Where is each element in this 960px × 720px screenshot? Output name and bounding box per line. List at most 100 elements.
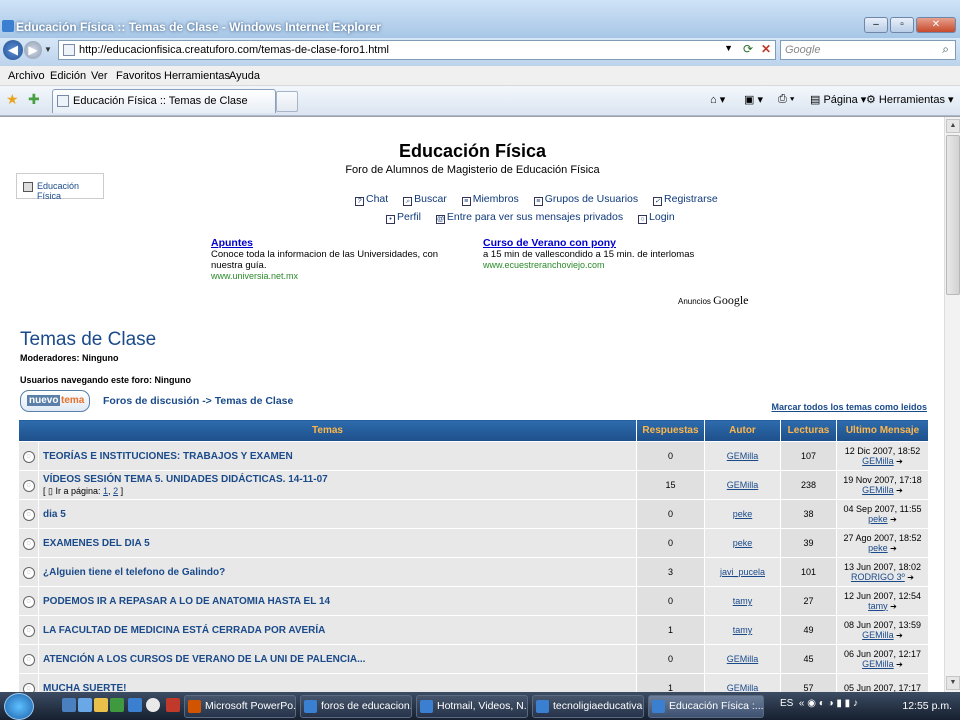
menu-archivo[interactable]: Archivo <box>8 70 45 82</box>
topic-link[interactable]: EXAMENES DEL DIA 5 <box>43 538 150 549</box>
go-to-post-icon[interactable]: ➔ <box>907 573 914 582</box>
scroll-thumb[interactable] <box>946 135 960 295</box>
breadcrumb-home[interactable]: Foros de discusión <box>103 395 199 407</box>
nav-login[interactable]: ○ Login <box>638 211 681 224</box>
ad-apuntes[interactable]: Apuntes Conoce toda la informacion de la… <box>211 237 461 281</box>
nav-perfil[interactable]: • Perfil <box>386 211 427 224</box>
last-post-user[interactable]: GEMilla <box>862 630 894 640</box>
stop-icon[interactable]: ✕ <box>761 42 771 56</box>
page-link-2[interactable]: 2 <box>113 486 118 496</box>
language-indicator[interactable]: ES <box>780 698 793 709</box>
address-bar[interactable]: http://educacionfisica.creatuforo.com/te… <box>58 40 776 60</box>
go-to-post-icon[interactable]: ➔ <box>896 660 903 669</box>
switch-windows-icon[interactable] <box>78 698 92 712</box>
tab-current[interactable]: Educación Física :: Temas de Clase <box>52 89 276 113</box>
ad-url[interactable]: www.ecuestreranchoviejo.com <box>483 260 733 270</box>
author-link[interactable]: GEMilla <box>704 673 781 692</box>
go-to-post-icon[interactable]: ➔ <box>896 631 903 640</box>
page-menu-button[interactable]: ▤ Página ▾ <box>810 93 866 106</box>
address-text[interactable]: http://educacionfisica.creatuforo.com/te… <box>79 44 389 56</box>
author-link[interactable]: GEMilla <box>704 441 781 471</box>
author-link[interactable]: peke <box>704 499 781 529</box>
go-to-post-icon[interactable]: ➔ <box>896 457 903 466</box>
tray-icons[interactable]: « ◉ ◐ ◑ ▮ ▮ ♪ <box>796 698 858 709</box>
topic-link[interactable]: TEORÍAS E INSTITUCIONES: TRABAJOS Y EXAM… <box>43 451 293 462</box>
search-input[interactable]: Google <box>785 44 820 56</box>
ad-url[interactable]: www.universia.net.mx <box>211 271 461 281</box>
menu-favoritos[interactable]: Favoritos <box>116 70 161 82</box>
ad-title[interactable]: Apuntes <box>211 237 461 249</box>
task-hotmail[interactable]: Hotmail, Videos, N... <box>416 695 528 718</box>
search-box[interactable]: Google ⌕ <box>780 40 956 60</box>
history-dropdown-icon[interactable]: ▼ <box>44 45 52 54</box>
show-desktop-icon[interactable] <box>62 698 76 712</box>
last-post-user[interactable]: GEMilla <box>862 659 894 669</box>
favorites-star-icon[interactable]: ★ <box>6 91 19 108</box>
vertical-scrollbar[interactable]: ▲ ▼ <box>944 117 960 692</box>
minimize-button[interactable]: – <box>864 17 888 33</box>
topic-link[interactable]: VÍDEOS SESIÓN TEMA 5. UNIDADES DIDÁCTICA… <box>43 474 328 485</box>
menu-ayuda[interactable]: Ayuda <box>229 70 260 82</box>
nav-registrarse[interactable]: ✓ Registrarse <box>653 193 724 206</box>
address-dropdown-icon[interactable]: ▼ <box>724 43 733 53</box>
page-link-1[interactable]: 1 <box>103 486 108 496</box>
topic-link[interactable]: ¿Alguien tiene el telefono de Galindo? <box>43 567 225 578</box>
scroll-up-icon[interactable]: ▲ <box>946 119 960 133</box>
new-tab-button[interactable] <box>276 91 298 112</box>
go-to-post-icon[interactable]: ➔ <box>890 602 897 611</box>
last-post-user[interactable]: GEMilla <box>862 456 894 466</box>
author-link[interactable]: GEMilla <box>704 470 781 500</box>
topic-link[interactable]: dia 5 <box>43 509 66 520</box>
ad-title[interactable]: Curso de Verano con pony <box>483 237 733 249</box>
new-topic-button[interactable]: nuevo tema <box>20 390 90 412</box>
go-to-post-icon[interactable]: ➔ <box>896 486 903 495</box>
last-post-user[interactable]: peke <box>868 543 888 553</box>
back-button[interactable]: ◀ <box>3 40 23 60</box>
print-icon[interactable]: ⎙ ▾ <box>778 93 794 106</box>
excel-icon[interactable] <box>110 698 124 712</box>
task-tecnologia[interactable]: tecnoligiaeducativa... <box>532 695 644 718</box>
author-link[interactable]: tamy <box>704 615 781 645</box>
author-link[interactable]: tamy <box>704 586 781 616</box>
ad-curso-verano[interactable]: Curso de Verano con pony a 15 min de val… <box>483 237 733 270</box>
topic-link[interactable]: PODEMOS IR A REPASAR A LO DE ANATOMIA HA… <box>43 596 330 607</box>
mark-all-read-link[interactable]: Marcar todos los temas como leidos <box>771 402 927 412</box>
task-powerpoint[interactable]: Microsoft PowerPo... <box>184 695 296 718</box>
task-educacion-fisica[interactable]: Educación Física :... <box>648 695 764 718</box>
nav-chat[interactable]: ? Chat <box>355 193 394 206</box>
author-link[interactable]: javi_pucela <box>704 557 781 587</box>
ie-quicklaunch-icon[interactable] <box>128 698 142 712</box>
add-favorite-icon[interactable]: ✚ <box>28 91 40 108</box>
clock[interactable]: 12:55 p.m. <box>902 700 952 712</box>
refresh-icon[interactable]: ⟳ <box>743 42 753 56</box>
folder-icon[interactable] <box>94 698 108 712</box>
app-icon[interactable] <box>166 698 180 712</box>
search-icon[interactable]: ⌕ <box>942 42 949 57</box>
last-post-user[interactable]: peke <box>868 514 888 524</box>
ads-by-google[interactable]: Anuncios Google <box>678 293 748 308</box>
go-to-post-icon[interactable]: ➔ <box>890 515 897 524</box>
topic-link[interactable]: ATENCIÓN A LOS CURSOS DE VERANO DE LA UN… <box>43 654 365 665</box>
start-button[interactable] <box>4 693 34 720</box>
task-foros[interactable]: foros de educacion... <box>300 695 412 718</box>
author-link[interactable]: GEMilla <box>704 644 781 674</box>
close-button[interactable]: ✕ <box>916 17 956 33</box>
last-post-user[interactable]: GEMilla <box>862 485 894 495</box>
author-link[interactable]: peke <box>704 528 781 558</box>
maximize-button[interactable]: ▫ <box>890 17 914 33</box>
forum-title[interactable]: Temas de Clase <box>20 329 156 351</box>
topic-link[interactable]: MUCHA SUERTE! <box>43 683 127 693</box>
media-icon[interactable] <box>146 698 160 712</box>
tools-menu-button[interactable]: ⚙ Herramientas ▾ <box>866 93 954 106</box>
nav-mensajes[interactable]: @ Entre para ver sus mensajes privados <box>435 211 629 224</box>
nav-buscar[interactable]: ⌕ Buscar <box>403 193 453 206</box>
home-icon[interactable]: ⌂ ▾ <box>710 93 725 106</box>
go-to-post-icon[interactable]: ➔ <box>890 544 897 553</box>
breadcrumb-current[interactable]: Temas de Clase <box>215 395 294 407</box>
forward-button[interactable]: ▶ <box>24 41 42 59</box>
nav-miembros[interactable]: ≡ Miembros <box>461 193 525 206</box>
menu-edicion[interactable]: Edición <box>50 70 86 82</box>
topic-link[interactable]: LA FACULTAD DE MEDICINA ESTÁ CERRADA POR… <box>43 625 325 636</box>
last-post-user[interactable]: tamy <box>868 601 888 611</box>
site-logo[interactable]: Educación Física <box>16 173 104 201</box>
